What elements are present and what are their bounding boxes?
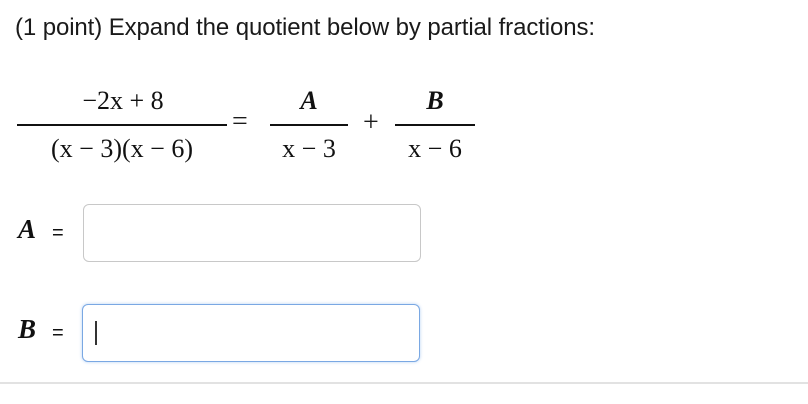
plus-sign: + [363, 107, 379, 138]
term1-fraction-bar [270, 124, 348, 126]
equals-sign: = [232, 106, 248, 137]
term1-denominator: x − 3 [282, 134, 336, 163]
term2-numerator: B [426, 86, 444, 115]
term1-numerator: A [300, 86, 318, 115]
lhs-denominator: (x − 3)(x − 6) [51, 134, 193, 163]
answer-b-label: B [18, 314, 37, 344]
question-prompt: (1 point) Expand the quotient below by p… [15, 14, 595, 41]
answer-b-equals: = [52, 322, 64, 344]
answer-a-equals: = [52, 222, 64, 244]
term2-fraction-bar [395, 124, 475, 126]
answer-b-input[interactable] [82, 304, 420, 362]
text-cursor [95, 321, 97, 345]
answer-a-label: A [18, 214, 37, 244]
answer-a-input[interactable] [83, 204, 421, 262]
question-card: (1 point) Expand the quotient below by p… [0, 0, 808, 384]
lhs-numerator: −2x + 8 [82, 86, 164, 115]
lhs-fraction-bar [17, 124, 227, 126]
term2-denominator: x − 6 [408, 134, 462, 163]
